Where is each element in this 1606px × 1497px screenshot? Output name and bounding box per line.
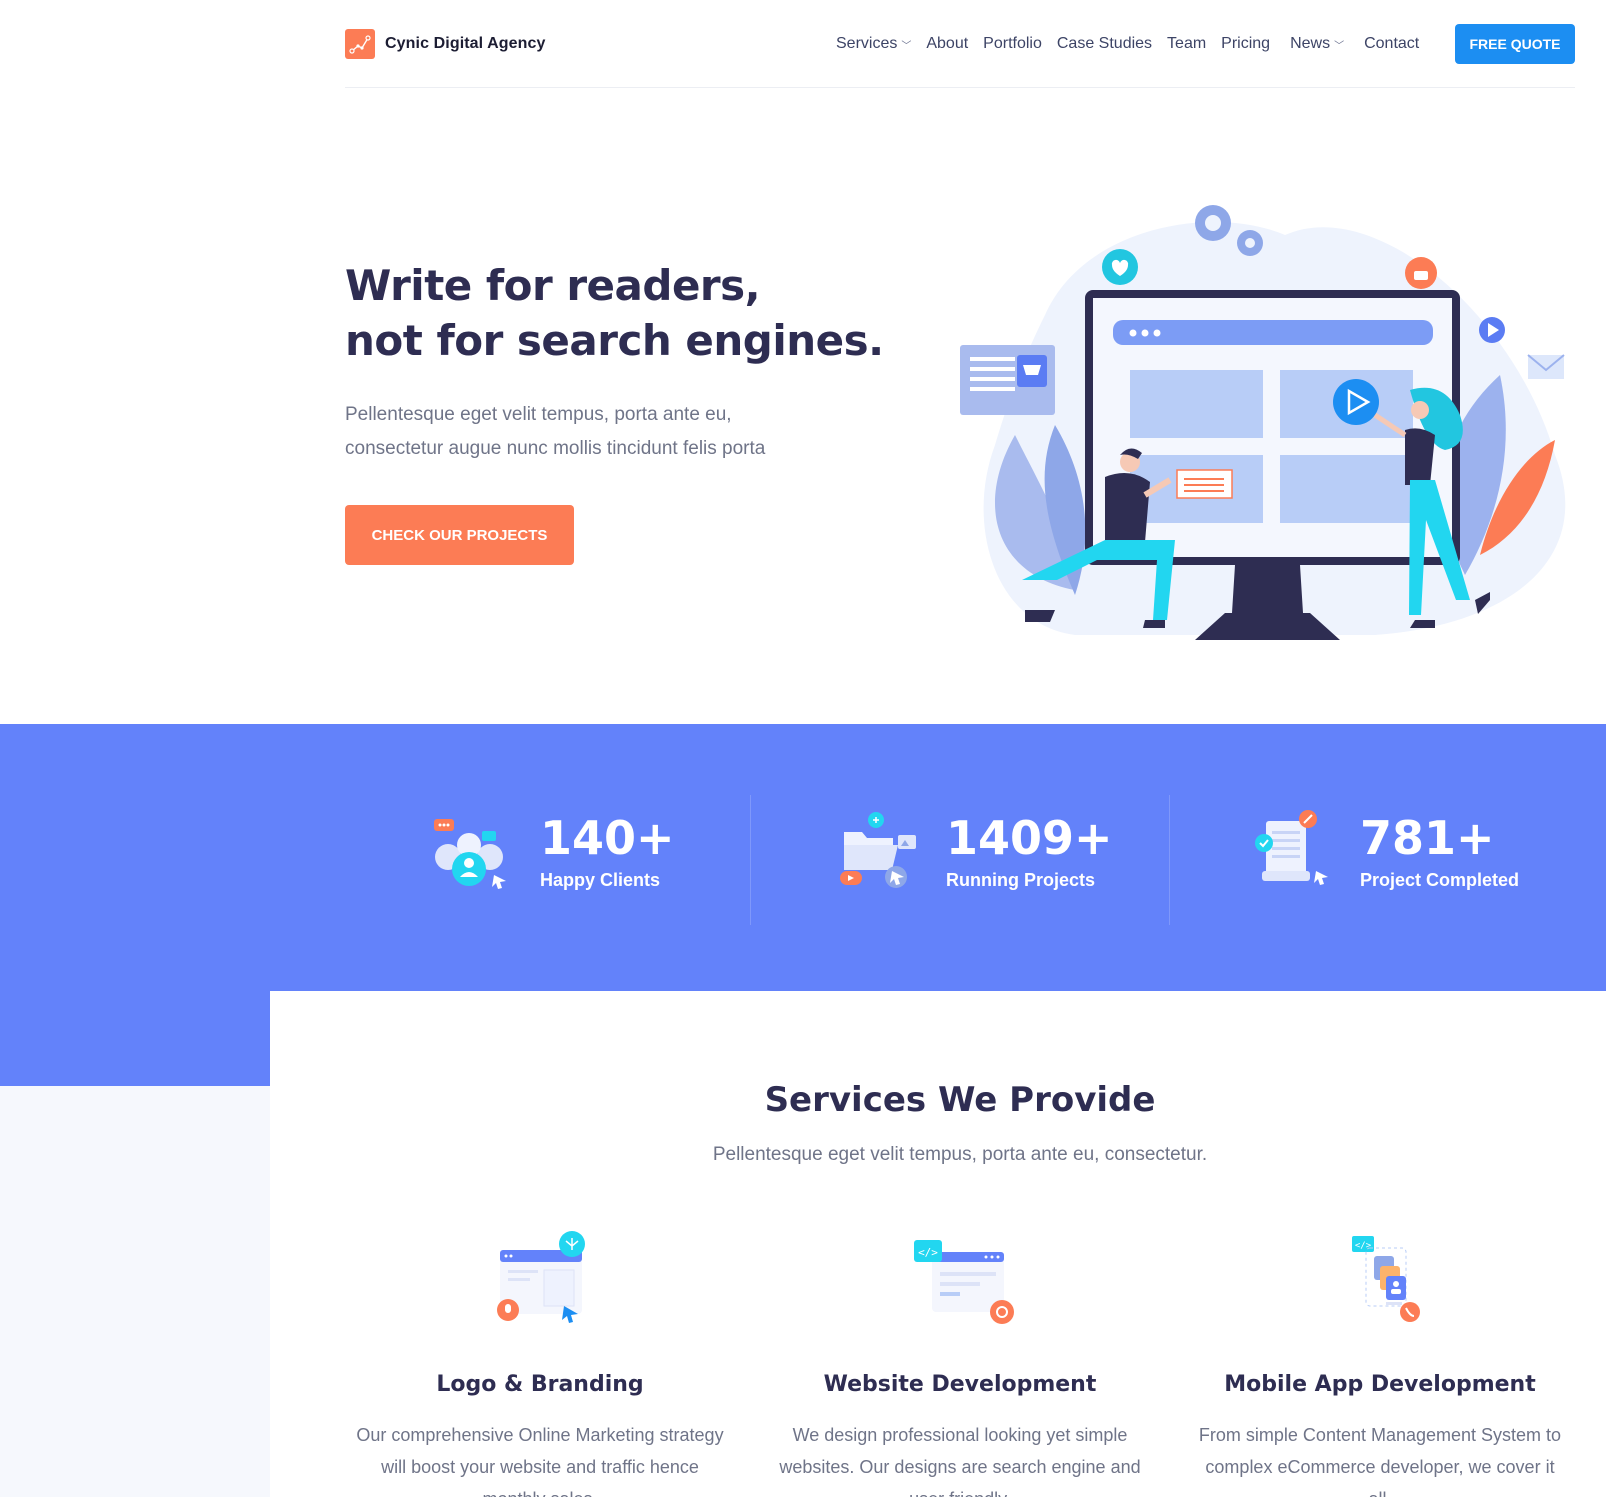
svg-text:</>: </> — [1355, 1241, 1372, 1251]
service-name: Logo & Branding — [436, 1372, 644, 1397]
side-background — [0, 1086, 270, 1497]
service-mobile-app-development[interactable]: </> Mobile App Development From simple C… — [1190, 1230, 1570, 1497]
stat-text: 1409+ Running Projects — [946, 810, 1113, 891]
service-website-development[interactable]: </> Website Development We design profes… — [770, 1230, 1150, 1497]
nav-label: News — [1290, 35, 1331, 52]
stat-running-projects: 1409+ Running Projects — [838, 805, 1113, 895]
stat-value: 140+ — [540, 810, 675, 865]
stat-label: Happy Clients — [540, 869, 661, 890]
brand-name: Cynic Digital Agency — [385, 34, 546, 52]
nav-label: Portfolio — [983, 35, 1042, 52]
stat-label: Project Completed — [1360, 869, 1520, 890]
service-description: Our comprehensive Online Marketing strat… — [356, 1425, 724, 1497]
service-description: We design professional looking yet simpl… — [779, 1425, 1141, 1497]
chevron-down-icon: ﹀ — [901, 40, 912, 52]
nav-about[interactable]: About — [926, 35, 968, 53]
stat-value: 1409+ — [946, 810, 1113, 865]
services-title: Services We Provide — [764, 1080, 1156, 1120]
nav-label: Services — [836, 35, 898, 52]
free-quote-button[interactable]: FREE QUOTE — [1455, 24, 1575, 64]
clients-icon — [432, 805, 512, 895]
nav-label: Contact — [1364, 35, 1420, 52]
hero-illustration — [955, 195, 1580, 645]
services-subtitle: Pellentesque eget velit tempus, porta an… — [712, 1144, 1208, 1165]
web-dev-icon: </> — [900, 1230, 1020, 1330]
service-name: Website Development — [823, 1372, 1097, 1397]
hero-title: Write for readers, not for search engine… — [345, 258, 905, 368]
chevron-down-icon: ﹀ — [1334, 40, 1345, 52]
nav-label: Team — [1167, 35, 1207, 52]
stat-project-completed: 781+ Project Completed — [1252, 805, 1519, 895]
nav-news[interactable]: News ﹀ — [1290, 35, 1344, 53]
stat-divider — [1169, 795, 1170, 925]
main-nav: Services ﹀ About Portfolio Case Studies … — [836, 0, 1434, 88]
check-projects-button[interactable]: CHECK OUR PROJECTS — [345, 505, 574, 565]
stat-text: 140+ Happy Clients — [540, 810, 675, 891]
branding-icon — [480, 1230, 600, 1330]
nav-label: About — [926, 35, 969, 52]
page: Cynic Digital Agency Services ﹀ About Po… — [0, 0, 1606, 1497]
stat-divider — [750, 795, 751, 925]
stat-happy-clients: 140+ Happy Clients — [432, 805, 675, 895]
nav-services[interactable]: Services ﹀ — [836, 35, 911, 53]
hero-title-line: not for search engines. — [345, 316, 884, 365]
nav-portfolio[interactable]: Portfolio — [983, 35, 1042, 53]
hero-subtitle-line: Pellentesque eget velit tempus, porta an… — [345, 404, 732, 425]
stat-text: 781+ Project Completed — [1360, 810, 1519, 891]
service-description: From simple Content Management System to… — [1198, 1425, 1562, 1497]
document-icon — [1252, 805, 1332, 895]
nav-pricing[interactable]: Pricing — [1221, 35, 1270, 53]
brand-logo[interactable]: Cynic Digital Agency — [345, 28, 546, 59]
stat-label: Running Projects — [946, 869, 1096, 890]
hero-subtitle-line: consectetur augue nunc mollis tincidunt … — [345, 438, 766, 459]
nav-contact[interactable]: Contact — [1364, 35, 1419, 53]
mobile-app-icon: </> — [1320, 1230, 1440, 1330]
stat-value: 781+ — [1360, 810, 1495, 865]
svg-text:</>: </> — [918, 1246, 938, 1259]
service-name: Mobile App Development — [1224, 1372, 1536, 1397]
nav-team[interactable]: Team — [1167, 35, 1206, 53]
hero-title-line: Write for readers, — [345, 261, 761, 310]
nav-label: Case Studies — [1056, 35, 1153, 52]
folder-icon — [838, 805, 918, 895]
service-logo-branding[interactable]: Logo & Branding Our comprehensive Online… — [350, 1230, 730, 1497]
site-header: Cynic Digital Agency Services ﹀ About Po… — [345, 0, 1575, 88]
nav-label: Pricing — [1221, 35, 1271, 52]
logo-chart-icon — [345, 28, 375, 59]
nav-case-studies[interactable]: Case Studies — [1057, 35, 1152, 53]
hero-subtitle: Pellentesque eget velit tempus, porta an… — [345, 398, 825, 466]
